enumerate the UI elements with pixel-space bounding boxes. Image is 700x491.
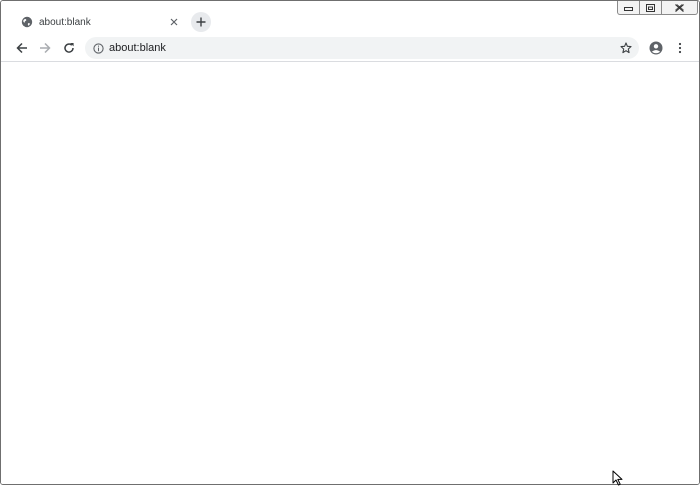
address-bar[interactable]: about:blank [85,37,639,59]
back-button[interactable] [12,38,32,58]
kebab-menu-icon [678,42,682,54]
minimize-icon [624,4,633,11]
browser-window: about:blank about:blank [0,0,700,485]
tab-about-blank[interactable]: about:blank [9,9,185,35]
close-icon [675,3,684,12]
globe-icon [21,16,33,28]
forward-button[interactable] [35,38,55,58]
url-text[interactable]: about:blank [109,41,166,55]
arrow-left-icon [16,42,28,54]
minimize-button[interactable] [617,1,640,15]
restore-button[interactable] [639,1,662,15]
window-close-button[interactable] [661,1,698,15]
tab-title: about:blank [39,16,91,28]
menu-button[interactable] [670,38,690,58]
window-controls [617,1,698,15]
star-icon[interactable] [618,40,634,56]
page-content[interactable] [1,62,699,484]
mouse-pointer-icon [612,470,624,486]
arrow-right-icon [39,42,51,54]
tab-strip: about:blank [1,1,699,35]
close-icon[interactable] [167,15,181,29]
profile-button[interactable] [646,38,666,58]
account-icon [649,41,663,55]
new-tab-button[interactable] [191,12,211,32]
plus-icon [196,17,206,27]
info-icon[interactable] [92,42,104,54]
toolbar: about:blank [1,35,699,61]
reload-icon [63,42,75,54]
reload-button[interactable] [59,38,79,58]
restore-icon [646,3,655,12]
